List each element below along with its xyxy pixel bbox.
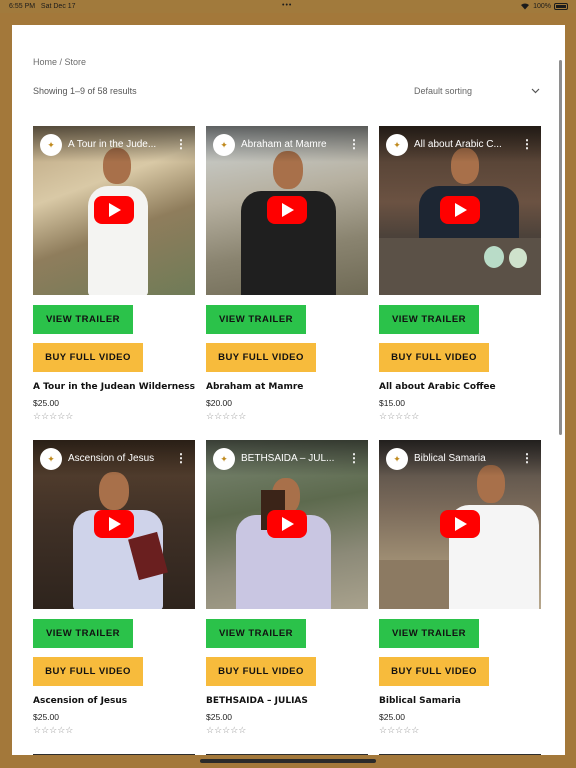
star-rating: ☆☆☆☆☆ xyxy=(379,411,420,421)
more-options-icon[interactable]: ⋮ xyxy=(175,451,187,465)
breadcrumb: Home / Store xyxy=(33,57,86,67)
breadcrumb-current: Store xyxy=(64,57,87,67)
buy-full-video-button[interactable]: BUY FULL VIDEO xyxy=(379,657,489,686)
product-name[interactable]: All about Arabic Coffee xyxy=(379,382,541,392)
battery-percent: 100% xyxy=(533,2,551,10)
video-thumbnail[interactable]: ✦ All about Arabic C... ⋮ xyxy=(379,126,541,295)
play-icon[interactable] xyxy=(440,510,480,538)
scrollbar[interactable] xyxy=(559,60,562,435)
star-rating: ☆☆☆☆☆ xyxy=(33,725,74,735)
product-name[interactable]: Abraham at Mamre xyxy=(206,382,368,392)
video-thumbnail[interactable]: ✦ Ascension of Jesus ⋮ xyxy=(33,440,195,609)
product-card: ✦ A Tour in the Jude... ⋮ VIEW TRAILER B… xyxy=(33,126,195,422)
more-options-icon[interactable]: ⋮ xyxy=(348,137,360,151)
channel-logo: ✦ xyxy=(213,134,235,156)
chevron-down-icon xyxy=(531,88,540,94)
product-price: $25.00 xyxy=(33,398,59,408)
play-icon[interactable] xyxy=(267,510,307,538)
product-price: $20.00 xyxy=(206,398,232,408)
product-name[interactable]: Ascension of Jesus xyxy=(33,696,195,706)
product-card: ✦ Abraham at Mamre ⋮ VIEW TRAILER BUY FU… xyxy=(206,126,368,422)
video-title: Ascension of Jesus xyxy=(68,453,155,464)
status-date: Sat Dec 17 xyxy=(40,3,76,10)
product-card: ✦ All about Arabic C... ⋮ VIEW TRAILER B… xyxy=(379,126,541,422)
product-price: $25.00 xyxy=(379,712,405,722)
status-clock: 6:55 PM xyxy=(9,3,36,10)
video-thumbnail[interactable]: ✦ Biblical Samaria ⋮ xyxy=(379,440,541,609)
status-bar: 6:55 PM Sat Dec 17 ••• 100% xyxy=(0,0,576,13)
more-options-icon[interactable]: ⋮ xyxy=(521,451,533,465)
channel-logo: ✦ xyxy=(40,134,62,156)
channel-logo: ✦ xyxy=(213,448,235,470)
video-thumbnail[interactable]: ✦ Abraham at Mamre ⋮ xyxy=(206,126,368,295)
sort-dropdown[interactable]: Default sorting xyxy=(414,86,540,96)
view-trailer-button[interactable]: VIEW TRAILER xyxy=(33,619,133,648)
home-indicator[interactable] xyxy=(200,759,376,763)
buy-full-video-button[interactable]: BUY FULL VIDEO xyxy=(206,657,316,686)
product-name[interactable]: Biblical Samaria xyxy=(379,696,541,706)
product-name[interactable]: BETHSAIDA – JULIAS xyxy=(206,696,368,706)
status-time: 6:55 PM Sat Dec 17 xyxy=(9,3,76,10)
battery-icon xyxy=(554,2,568,10)
product-card: ✦ BETHSAIDA – JUL... ⋮ VIEW TRAILER BUY … xyxy=(206,440,368,736)
view-trailer-button[interactable]: VIEW TRAILER xyxy=(206,619,306,648)
product-price: $15.00 xyxy=(379,398,405,408)
video-thumbnail[interactable]: ✦ A Tour in the Jude... ⋮ xyxy=(33,126,195,295)
breadcrumb-separator: / xyxy=(57,57,65,67)
status-right: 100% xyxy=(520,2,568,10)
channel-logo: ✦ xyxy=(386,448,408,470)
buy-full-video-button[interactable]: BUY FULL VIDEO xyxy=(33,657,143,686)
more-options-icon[interactable]: ⋮ xyxy=(348,451,360,465)
product-name[interactable]: A Tour in the Judean Wilderness xyxy=(33,382,195,392)
product-card: ✦ Ascension of Jesus ⋮ VIEW TRAILER BUY … xyxy=(33,440,195,736)
video-title: Biblical Samaria xyxy=(414,453,486,464)
buy-full-video-button[interactable]: BUY FULL VIDEO xyxy=(33,343,143,372)
video-title: BETHSAIDA – JUL... xyxy=(241,453,335,464)
more-options-icon[interactable]: ⋮ xyxy=(521,137,533,151)
next-row-thumbnail[interactable] xyxy=(379,754,541,755)
play-icon[interactable] xyxy=(440,196,480,224)
play-icon[interactable] xyxy=(94,196,134,224)
star-rating: ☆☆☆☆☆ xyxy=(206,411,247,421)
next-row-thumbnail[interactable] xyxy=(206,754,368,755)
result-count: Showing 1–9 of 58 results xyxy=(33,86,137,96)
channel-logo: ✦ xyxy=(386,134,408,156)
buy-full-video-button[interactable]: BUY FULL VIDEO xyxy=(206,343,316,372)
wifi-icon xyxy=(521,3,530,10)
video-title: All about Arabic C... xyxy=(414,139,502,150)
play-icon[interactable] xyxy=(94,510,134,538)
multitask-dots[interactable]: ••• xyxy=(282,2,292,9)
star-rating: ☆☆☆☆☆ xyxy=(206,725,247,735)
buy-full-video-button[interactable]: BUY FULL VIDEO xyxy=(379,343,489,372)
next-row-thumbnail[interactable] xyxy=(33,754,195,755)
more-options-icon[interactable]: ⋮ xyxy=(175,137,187,151)
product-price: $25.00 xyxy=(206,712,232,722)
video-title: A Tour in the Jude... xyxy=(68,139,157,150)
channel-logo: ✦ xyxy=(40,448,62,470)
sort-selected: Default sorting xyxy=(414,86,473,96)
breadcrumb-home[interactable]: Home xyxy=(33,57,57,67)
star-rating: ☆☆☆☆☆ xyxy=(379,725,420,735)
product-card: ✦ Biblical Samaria ⋮ VIEW TRAILER BUY FU… xyxy=(379,440,541,736)
view-trailer-button[interactable]: VIEW TRAILER xyxy=(33,305,133,334)
view-trailer-button[interactable]: VIEW TRAILER xyxy=(206,305,306,334)
video-thumbnail[interactable]: ✦ BETHSAIDA – JUL... ⋮ xyxy=(206,440,368,609)
view-trailer-button[interactable]: VIEW TRAILER xyxy=(379,305,479,334)
play-icon[interactable] xyxy=(267,196,307,224)
store-page: Home / Store Showing 1–9 of 58 results D… xyxy=(12,25,565,755)
product-price: $25.00 xyxy=(33,712,59,722)
video-title: Abraham at Mamre xyxy=(241,139,327,150)
view-trailer-button[interactable]: VIEW TRAILER xyxy=(379,619,479,648)
star-rating: ☆☆☆☆☆ xyxy=(33,411,74,421)
